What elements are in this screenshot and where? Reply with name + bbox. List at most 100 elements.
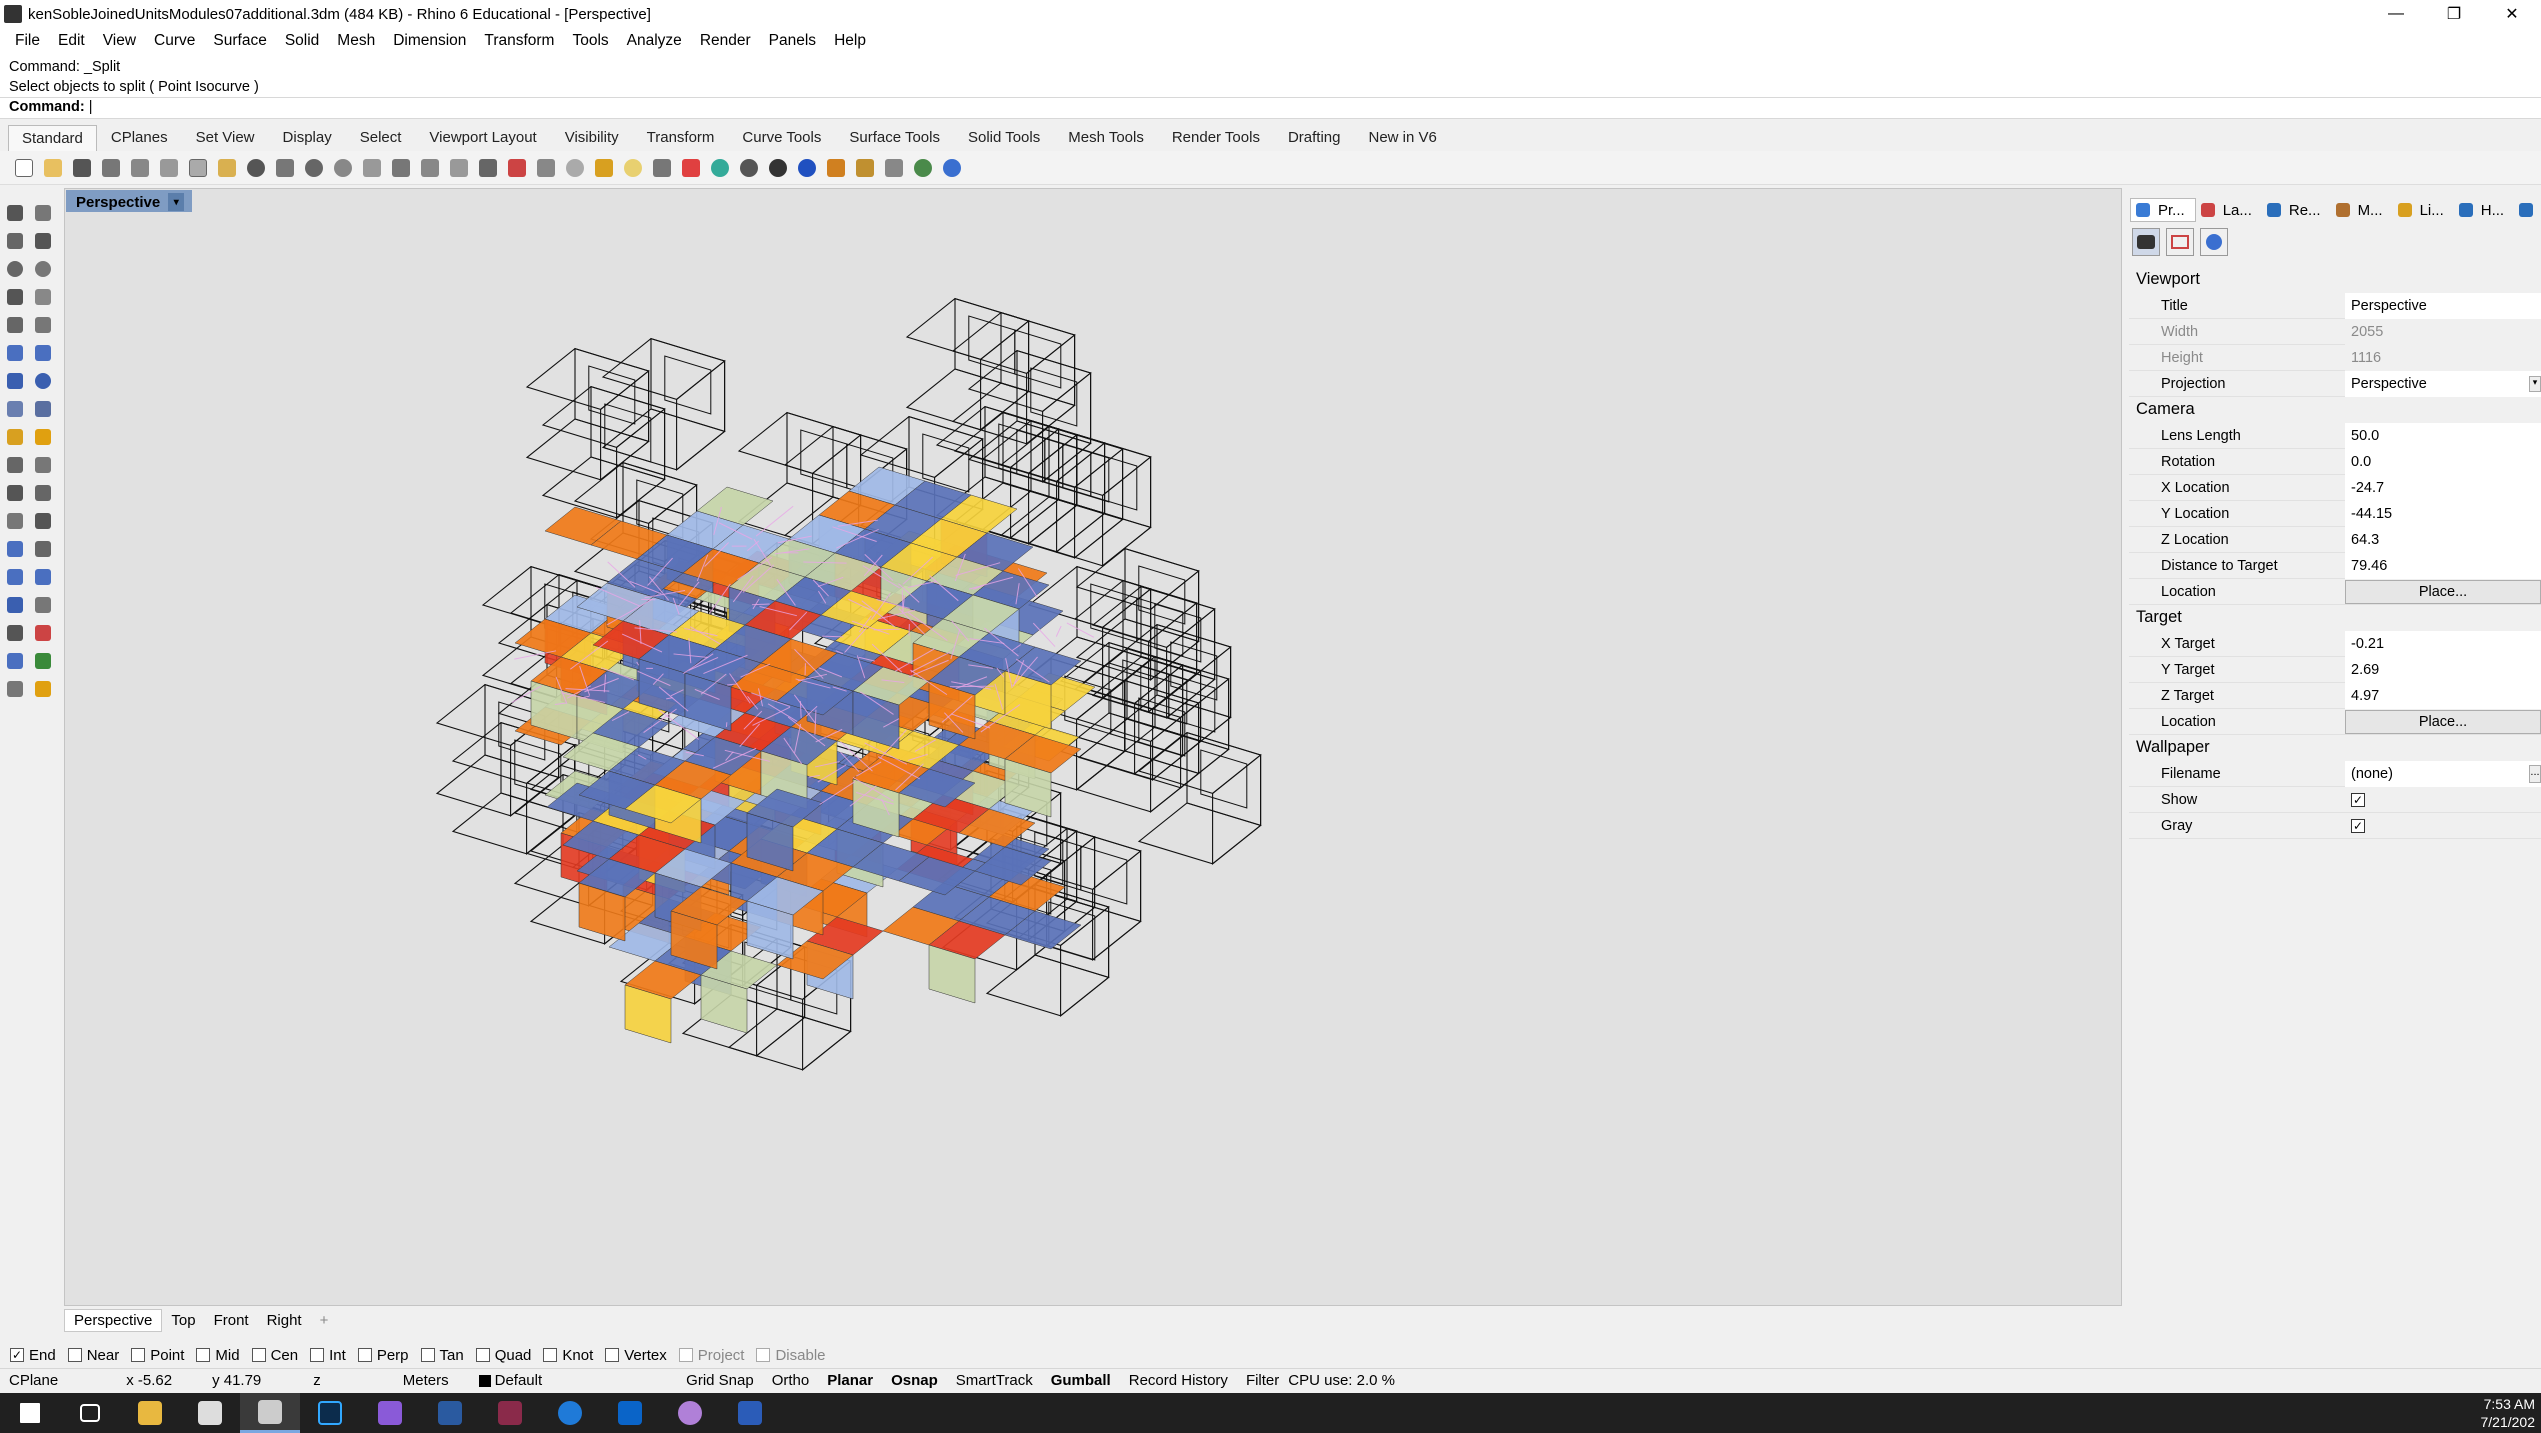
- github-icon[interactable]: [660, 1393, 720, 1433]
- material-icon[interactable]: [32, 678, 54, 700]
- render-tool-icon[interactable]: [32, 426, 54, 448]
- rectangle-icon[interactable]: [32, 286, 54, 308]
- ortho-toggle[interactable]: Ortho: [763, 1372, 819, 1389]
- panel-tab[interactable]: N...: [2514, 198, 2541, 222]
- edge-browser-icon[interactable]: [540, 1393, 600, 1433]
- osnap-toggle[interactable]: Osnap: [882, 1372, 947, 1389]
- show-checkbox[interactable]: ✓: [2351, 793, 2365, 807]
- tab-drafting[interactable]: Drafting: [1274, 124, 1355, 151]
- osnap-int[interactable]: Int: [310, 1347, 346, 1364]
- menu-render[interactable]: Render: [691, 32, 760, 50]
- layer-indicator[interactable]: Default: [470, 1372, 552, 1389]
- circle-icon[interactable]: [4, 258, 26, 280]
- z-target-field[interactable]: 4.97: [2345, 683, 2541, 709]
- paste-icon[interactable]: [215, 156, 239, 180]
- fillet-curve-icon[interactable]: [32, 314, 54, 336]
- menu-surface[interactable]: Surface: [204, 32, 275, 50]
- 3d-model-geometry[interactable]: [65, 189, 2121, 1305]
- dimension-icon[interactable]: [882, 156, 906, 180]
- open-folder-icon[interactable]: [41, 156, 65, 180]
- tab-transform[interactable]: Transform: [633, 124, 729, 151]
- panel-tab[interactable]: H...: [2454, 198, 2514, 222]
- menu-help[interactable]: Help: [825, 32, 875, 50]
- render-sphere-icon[interactable]: [795, 156, 819, 180]
- osnap-checkbox[interactable]: [310, 1348, 325, 1362]
- boolean-icon[interactable]: [4, 482, 26, 504]
- viewport-frame-icon[interactable]: [2166, 228, 2194, 256]
- panel-tab[interactable]: M...: [2331, 198, 2393, 222]
- restore-button[interactable]: ❐: [2425, 0, 2483, 28]
- smarttrack-toggle[interactable]: SmartTrack: [947, 1372, 1042, 1389]
- join-icon[interactable]: [4, 510, 26, 532]
- menu-mesh[interactable]: Mesh: [328, 32, 384, 50]
- arc-icon[interactable]: [32, 258, 54, 280]
- filter-toggle[interactable]: Filter: [1237, 1372, 1288, 1389]
- box-solid-icon[interactable]: [4, 370, 26, 392]
- tab-viewport-layout[interactable]: Viewport Layout: [415, 124, 550, 151]
- move-icon[interactable]: [32, 538, 54, 560]
- osnap-checkbox[interactable]: [251, 1348, 266, 1362]
- sphere-solid-icon[interactable]: [32, 370, 54, 392]
- tab-solid-tools[interactable]: Solid Tools: [954, 124, 1054, 151]
- r-app-icon[interactable]: [420, 1393, 480, 1433]
- menu-file[interactable]: File: [6, 32, 49, 50]
- osnap-checkbox[interactable]: [678, 1348, 693, 1362]
- copy-icon[interactable]: [186, 156, 210, 180]
- surface-icon[interactable]: [4, 342, 26, 364]
- vp-tab-perspective[interactable]: Perspective: [64, 1308, 163, 1332]
- tab-visibility[interactable]: Visibility: [551, 124, 633, 151]
- target-place-button[interactable]: Place...: [2345, 710, 2541, 734]
- osnap-checkbox[interactable]: [67, 1348, 82, 1362]
- lens-length-field[interactable]: 50.0: [2345, 423, 2541, 449]
- cplane-icon[interactable]: [505, 156, 529, 180]
- edit-points-icon[interactable]: [32, 622, 54, 644]
- osnap-checkbox[interactable]: [420, 1348, 435, 1362]
- check-icon[interactable]: [32, 650, 54, 672]
- osnap-checkbox[interactable]: [131, 1348, 146, 1362]
- vp-tab-front[interactable]: Front: [205, 1310, 258, 1331]
- osnap-near[interactable]: Near: [67, 1347, 119, 1364]
- osnap-checkbox[interactable]: [605, 1348, 620, 1362]
- distance-field[interactable]: 79.46: [2345, 553, 2541, 579]
- photoshop-icon[interactable]: [300, 1393, 360, 1433]
- osnap-checkbox[interactable]: [756, 1348, 771, 1362]
- tab-standard[interactable]: Standard: [8, 125, 97, 151]
- scale-icon[interactable]: [32, 566, 54, 588]
- mesh-tools-icon[interactable]: [32, 398, 54, 420]
- osnap-point[interactable]: Point: [131, 1347, 184, 1364]
- panel-tab[interactable]: Li...: [2393, 198, 2454, 222]
- display-settings-icon[interactable]: [2200, 228, 2228, 256]
- measure-icon[interactable]: [32, 594, 54, 616]
- settings-gears-icon[interactable]: [853, 156, 877, 180]
- word-icon[interactable]: [720, 1393, 780, 1433]
- select-all-icon[interactable]: [563, 156, 587, 180]
- tab-cplanes[interactable]: CPlanes: [97, 124, 182, 151]
- panel-tab[interactable]: Re...: [2262, 198, 2331, 222]
- block-icon[interactable]: [4, 678, 26, 700]
- tab-set-view[interactable]: Set View: [182, 124, 269, 151]
- cut-icon[interactable]: [157, 156, 181, 180]
- gray-checkbox[interactable]: ✓: [2351, 819, 2365, 833]
- point-icon[interactable]: [32, 202, 54, 224]
- menu-tools[interactable]: Tools: [563, 32, 617, 50]
- hide-objects-icon[interactable]: [592, 156, 616, 180]
- osnap-checkbox[interactable]: ✓: [10, 1348, 24, 1362]
- projection-chevron-down-icon[interactable]: ▾: [2529, 376, 2541, 392]
- properties-icon[interactable]: [128, 156, 152, 180]
- vp-tab-right[interactable]: Right: [258, 1310, 311, 1331]
- layer-icon[interactable]: [679, 156, 703, 180]
- osnap-quad[interactable]: Quad: [475, 1347, 531, 1364]
- menu-solid[interactable]: Solid: [276, 32, 328, 50]
- analyze-icon[interactable]: [4, 650, 26, 672]
- file-explorer-icon[interactable]: [120, 1393, 180, 1433]
- help-icon[interactable]: [940, 156, 964, 180]
- menu-view[interactable]: View: [94, 32, 145, 50]
- z-location-field[interactable]: 64.3: [2345, 527, 2541, 553]
- osnap-checkbox[interactable]: [475, 1348, 490, 1362]
- zoom-extents-icon[interactable]: [389, 156, 413, 180]
- x-target-field[interactable]: -0.21: [2345, 631, 2541, 657]
- osnap-disable[interactable]: Disable: [756, 1347, 826, 1364]
- rendered-sphere-icon[interactable]: [766, 156, 790, 180]
- osnap-knot[interactable]: Knot: [543, 1347, 593, 1364]
- osnap-end[interactable]: ✓ End: [10, 1347, 56, 1364]
